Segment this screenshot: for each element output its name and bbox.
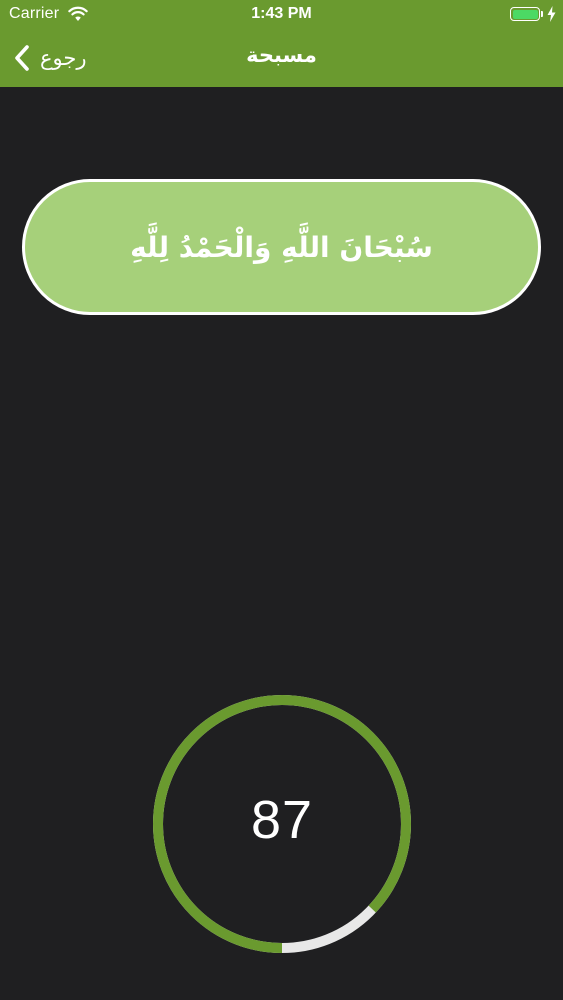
battery-cap [541, 11, 543, 17]
status-time: 1:43 PM [251, 5, 312, 22]
battery-level-fill [512, 9, 538, 19]
battery-full-icon [510, 7, 540, 21]
counter-value: 87 [250, 790, 314, 850]
charging-bolt-icon [547, 6, 556, 22]
dhikr-text-pill[interactable]: سُبْحَانَ اللَّهِ وَالْحَمْدُ لِلَّهِ [22, 179, 541, 315]
tasbih-counter-button[interactable]: 87 [151, 693, 413, 955]
navigation-bar: رجوع مسبحة [0, 30, 563, 87]
status-bar: Carrier 1:43 PM [0, 0, 563, 30]
dhikr-text: سُبْحَانَ اللَّهِ وَالْحَمْدُ لِلَّهِ [130, 230, 433, 264]
page-title: مسبحة [246, 43, 317, 67]
